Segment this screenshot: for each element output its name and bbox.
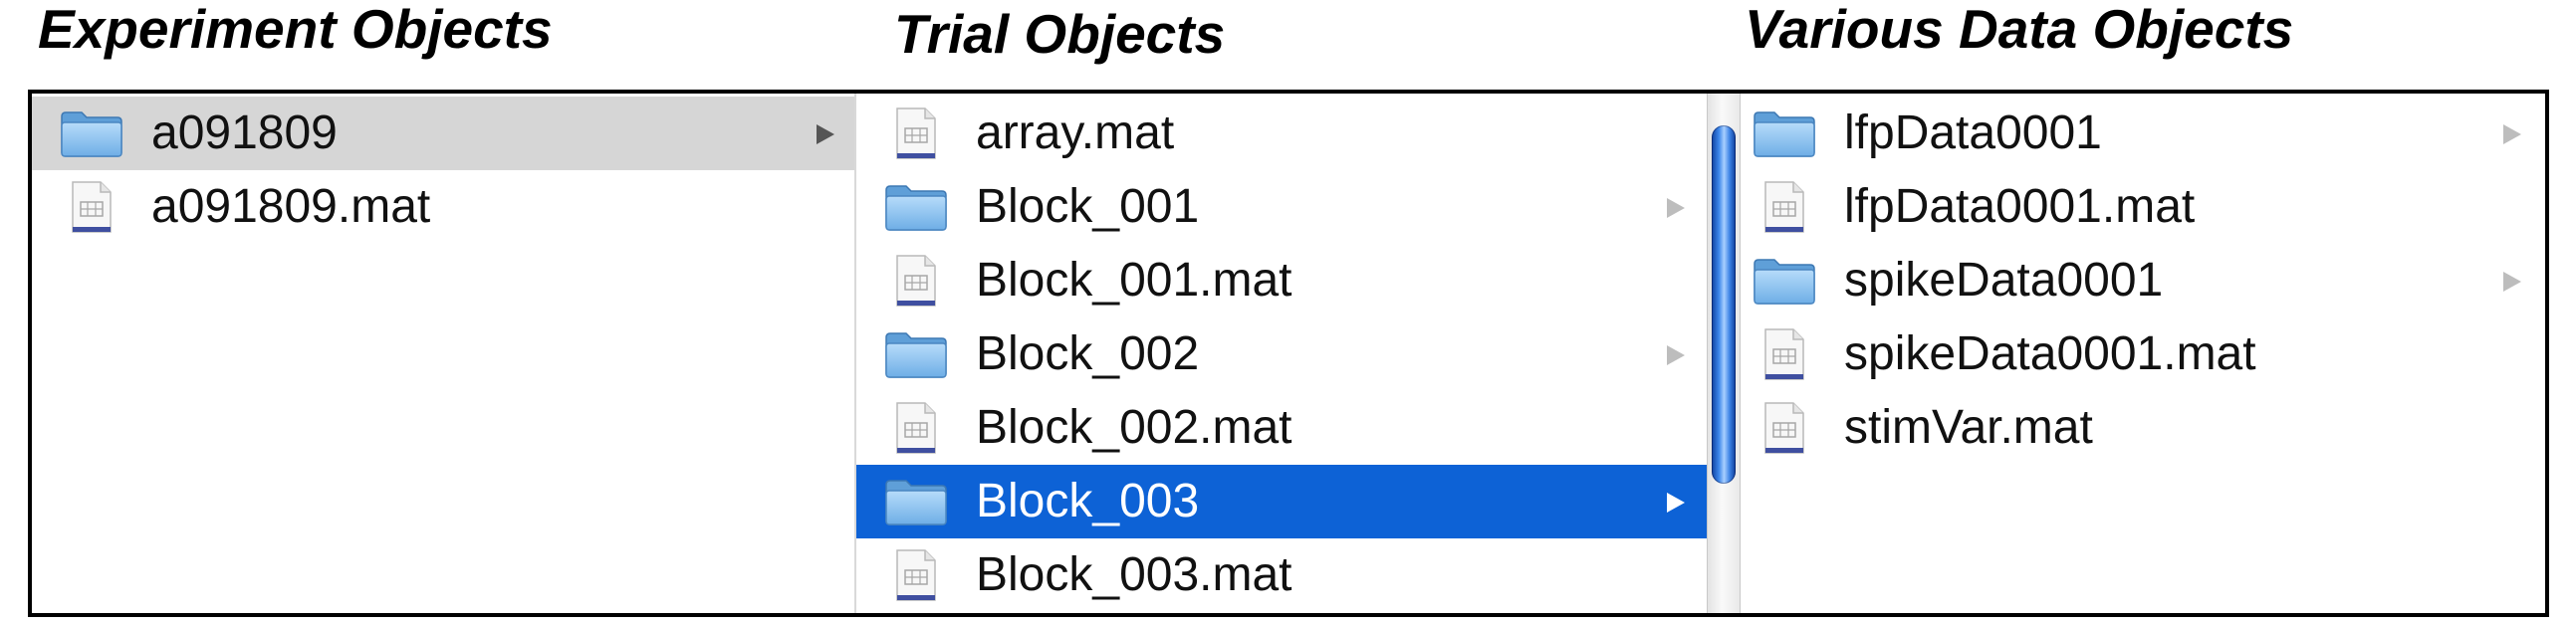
folder-icon (885, 185, 947, 231)
trial-objects-heading: Trial Objects (894, 3, 1226, 65)
experiment-row[interactable]: a091809.mat (32, 170, 856, 244)
item-label: lfpData0001.mat (1844, 180, 2196, 233)
item-label: spikeData0001.mat (1844, 327, 2256, 380)
item-label: lfpData0001 (1844, 106, 2102, 159)
item-label: Block_002 (976, 327, 1200, 380)
mat-file-icon (896, 549, 936, 601)
trial-row[interactable]: Block_002 (856, 317, 1707, 391)
various-row[interactable]: lfpData0001.mat (1741, 170, 2545, 244)
trial-row[interactable]: array.mat (856, 97, 1707, 170)
folder-icon (61, 111, 122, 157)
folder-icon (885, 332, 947, 378)
trial-row[interactable]: Block_001.mat (856, 244, 1707, 317)
disclosure-arrow-icon[interactable] (2503, 272, 2521, 292)
various-data-column[interactable]: lfpData0001 lfpData0001.mat spikeData0001 s… (1741, 94, 2545, 613)
item-label: spikeData0001 (1844, 254, 2164, 307)
trial-row[interactable]: Block_001 (856, 170, 1707, 244)
trial-row[interactable]: Block_003.mat (856, 538, 1707, 612)
scrollbar-thumb[interactable] (1712, 125, 1736, 484)
various-row[interactable]: lfpData0001 (1741, 97, 2545, 170)
item-label: Block_003 (976, 475, 1200, 527)
various-row[interactable]: stimVar.mat (1741, 391, 2545, 465)
trial-row[interactable]: Block_003 (856, 465, 1707, 538)
trial-column[interactable]: array.mat Block_001 Block_001.mat Block_002… (856, 94, 1707, 613)
experiment-objects-heading: Experiment Objects (38, 0, 553, 60)
trial-column-scrollbar[interactable] (1707, 94, 1741, 613)
trial-row[interactable]: Block_002.mat (856, 391, 1707, 465)
mat-file-icon (1764, 402, 1804, 454)
disclosure-arrow-icon[interactable] (1667, 345, 1685, 365)
mat-file-icon (72, 181, 112, 233)
item-label: a091809.mat (151, 180, 431, 233)
column-browser: a091809 a091809.mat array.mat Block_001 Blo… (28, 90, 2549, 617)
folder-icon (1754, 259, 1815, 305)
item-label: a091809 (151, 106, 338, 159)
folder-icon (1754, 111, 1815, 157)
item-label: stimVar.mat (1844, 401, 2093, 454)
mat-file-icon (1764, 181, 1804, 233)
disclosure-arrow-icon[interactable] (1667, 198, 1685, 218)
item-label: Block_001.mat (976, 254, 1292, 307)
item-label: array.mat (976, 106, 1175, 159)
experiment-column[interactable]: a091809 a091809.mat (32, 94, 856, 613)
disclosure-arrow-icon[interactable] (2503, 124, 2521, 144)
folder-icon (885, 480, 947, 525)
mat-file-icon (1764, 328, 1804, 380)
various-row[interactable]: spikeData0001 (1741, 244, 2545, 317)
item-label: Block_001 (976, 180, 1200, 233)
item-label: Block_002.mat (976, 401, 1292, 454)
item-label: Block_003.mat (976, 548, 1292, 601)
various-data-objects-heading: Various Data Objects (1745, 0, 2294, 60)
various-row[interactable]: spikeData0001.mat (1741, 317, 2545, 391)
experiment-row[interactable]: a091809 (32, 97, 856, 170)
mat-file-icon (896, 107, 936, 159)
mat-file-icon (896, 402, 936, 454)
mat-file-icon (896, 255, 936, 307)
disclosure-arrow-icon[interactable] (1667, 493, 1685, 513)
disclosure-arrow-icon[interactable] (817, 124, 834, 144)
